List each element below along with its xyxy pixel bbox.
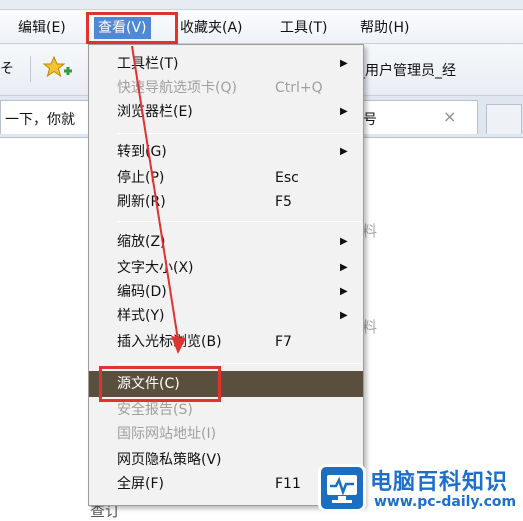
site-watermark: 电脑百科知识 www.pc-daily.com <box>304 458 523 518</box>
watermark-title: 电脑百科知识 <box>370 470 509 495</box>
monitor-logo-icon <box>318 464 366 512</box>
annotation-arrow-icon <box>131 45 186 354</box>
watermark-url: www.pc-daily.com <box>374 494 517 510</box>
